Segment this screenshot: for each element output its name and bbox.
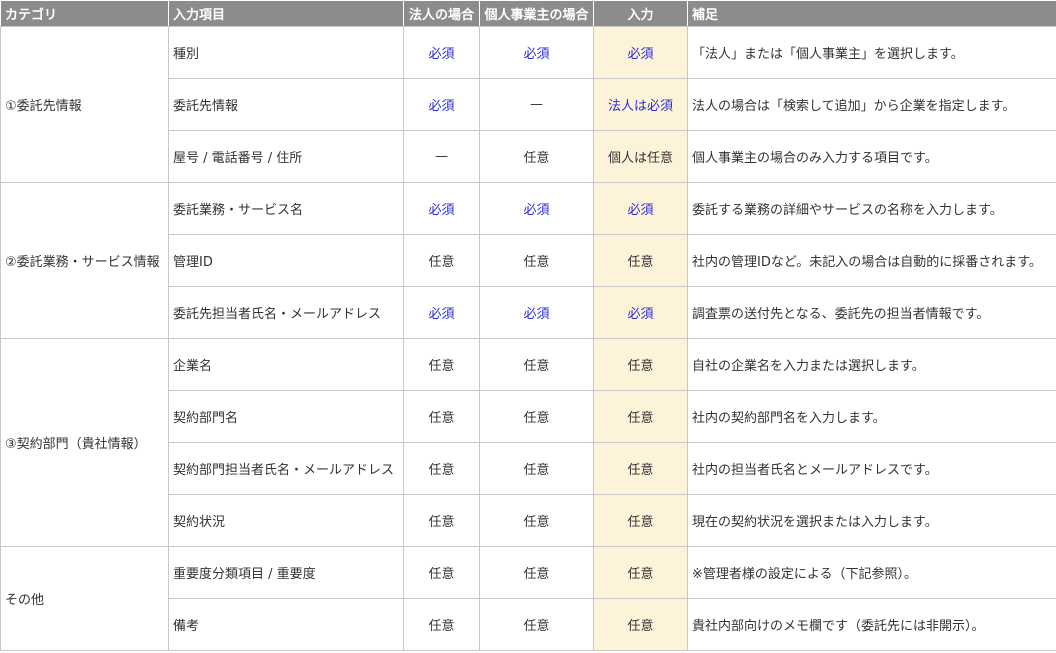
- note-cell: 社内の契約部門名を入力します。: [687, 390, 1056, 443]
- field-cell: 契約部門担当者氏名・メールアドレス: [168, 442, 404, 495]
- corporate-requirement-cell: 必須: [403, 78, 480, 131]
- input-requirement-cell: 必須: [593, 286, 688, 339]
- note-cell: ※管理者様の設定による（下記参照）。: [687, 546, 1056, 599]
- input-fields-table: カテゴリ 入力項目 法人の場合 個人事業主の場合 入力 補足 ①委託先情報 種別必…: [0, 0, 1056, 651]
- sole-proprietor-requirement-cell: 任意: [479, 546, 594, 599]
- field-cell: 委託先情報: [168, 78, 404, 131]
- header-input: 入力: [593, 0, 688, 27]
- sole-proprietor-requirement-cell: 任意: [479, 338, 594, 391]
- sole-proprietor-requirement-cell: 任意: [479, 442, 594, 495]
- note-cell: 調査票の送付先となる、委託先の担当者情報です。: [687, 286, 1056, 339]
- input-requirement-cell: 個人は任意: [593, 130, 688, 183]
- header-field: 入力項目: [168, 0, 404, 27]
- category-cell: ②委託業務・サービス情報: [0, 182, 169, 339]
- input-requirement-cell: 任意: [593, 234, 688, 287]
- table-row: ②委託業務・サービス情報 委託業務・サービス名 必須 必須 必須 委託する業務の詳細やサー…: [0, 182, 1056, 339]
- table-row: ①委託先情報 種別 必須 必須 必須 「法人」または「個人事業主」を選択します。: [0, 26, 1056, 183]
- field-cell: 契約部門名: [168, 390, 404, 443]
- field-cell: 備考: [168, 598, 404, 651]
- corporate-requirement-cell: 任意: [403, 442, 480, 495]
- header-note: 補足: [687, 0, 1056, 27]
- category-cell: ③契約部門（貴社情報）: [0, 338, 169, 547]
- note-cell: 法人の場合は「検索して追加」から企業を指定します。: [687, 78, 1056, 131]
- note-cell: 自社の企業名を入力または選択します。: [687, 338, 1056, 391]
- field-cell: 重要度分類項目 / 重要度: [168, 546, 404, 599]
- input-requirement-cell: 任意: [593, 546, 688, 599]
- input-requirement-cell: 任意: [593, 494, 688, 547]
- table-row: その他 重要度分類項目 / 重要度 任意 任意 任意 ※管理者様の設定による（下記参照）。: [0, 546, 1056, 651]
- input-requirement-cell: 任意: [593, 598, 688, 651]
- sole-proprietor-requirement-cell: 任意: [479, 130, 594, 183]
- note-cell: 社内の管理IDなど。未記入の場合は自動的に採番されます。: [687, 234, 1056, 287]
- corporate-requirement-cell: 任意: [403, 546, 480, 599]
- table-body: ①委託先情報 種別 必須 必須 必須 「法人」または「個人事業主」を選択します。 委託先情報…: [0, 26, 1056, 651]
- sole-proprietor-requirement-cell: 任意: [479, 234, 594, 287]
- note-cell: 「法人」または「個人事業主」を選択します。: [687, 26, 1056, 79]
- field-cell: 屋号 / 電話番号 / 住所: [168, 130, 404, 183]
- table-row: ③契約部門（貴社情報） 企業名 任意 任意 任意 自社の企業名を入力または選択します。: [0, 338, 1056, 547]
- corporate-requirement-cell: 必須: [403, 26, 480, 79]
- field-cell: 契約状況: [168, 494, 404, 547]
- corporate-requirement-cell: 必須: [403, 182, 480, 235]
- note-cell: 委託する業務の詳細やサービスの名称を入力します。: [687, 182, 1056, 235]
- corporate-requirement-cell: 任意: [403, 494, 480, 547]
- sole-proprietor-requirement-cell: 任意: [479, 494, 594, 547]
- header-sole-proprietor: 個人事業主の場合: [479, 0, 594, 27]
- sole-proprietor-requirement-cell: 任意: [479, 598, 594, 651]
- note-cell: 社内の担当者氏名とメールアドレスです。: [687, 442, 1056, 495]
- field-cell: 企業名: [168, 338, 404, 391]
- note-cell: 個人事業主の場合のみ入力する項目です。: [687, 130, 1056, 183]
- header-category: カテゴリ: [0, 0, 169, 27]
- input-requirement-cell: 必須: [593, 182, 688, 235]
- corporate-requirement-cell: —: [403, 130, 480, 183]
- corporate-requirement-cell: 任意: [403, 338, 480, 391]
- input-requirement-cell: 法人は必須: [593, 78, 688, 131]
- note-cell: 現在の契約状況を選択または入力します。: [687, 494, 1056, 547]
- table-header: カテゴリ 入力項目 法人の場合 個人事業主の場合 入力 補足: [0, 0, 1056, 27]
- field-cell: 委託先担当者氏名・メールアドレス: [168, 286, 404, 339]
- header-corporate: 法人の場合: [403, 0, 480, 27]
- input-requirement-cell: 必須: [593, 26, 688, 79]
- sole-proprietor-requirement-cell: 必須: [479, 182, 594, 235]
- corporate-requirement-cell: 任意: [403, 598, 480, 651]
- sole-proprietor-requirement-cell: 任意: [479, 390, 594, 443]
- sole-proprietor-requirement-cell: 必須: [479, 286, 594, 339]
- corporate-requirement-cell: 任意: [403, 390, 480, 443]
- header-row: カテゴリ 入力項目 法人の場合 個人事業主の場合 入力 補足: [0, 0, 1056, 27]
- category-cell: ①委託先情報: [0, 26, 169, 183]
- input-requirement-cell: 任意: [593, 390, 688, 443]
- field-cell: 委託業務・サービス名: [168, 182, 404, 235]
- field-cell: 管理ID: [168, 234, 404, 287]
- corporate-requirement-cell: 必須: [403, 286, 480, 339]
- sole-proprietor-requirement-cell: 必須: [479, 26, 594, 79]
- input-requirement-cell: 任意: [593, 442, 688, 495]
- input-requirement-cell: 任意: [593, 338, 688, 391]
- field-cell: 種別: [168, 26, 404, 79]
- corporate-requirement-cell: 任意: [403, 234, 480, 287]
- note-cell: 貴社内部向けのメモ欄です（委託先には非開示）。: [687, 598, 1056, 651]
- category-cell: その他: [0, 546, 169, 651]
- sole-proprietor-requirement-cell: —: [479, 78, 594, 131]
